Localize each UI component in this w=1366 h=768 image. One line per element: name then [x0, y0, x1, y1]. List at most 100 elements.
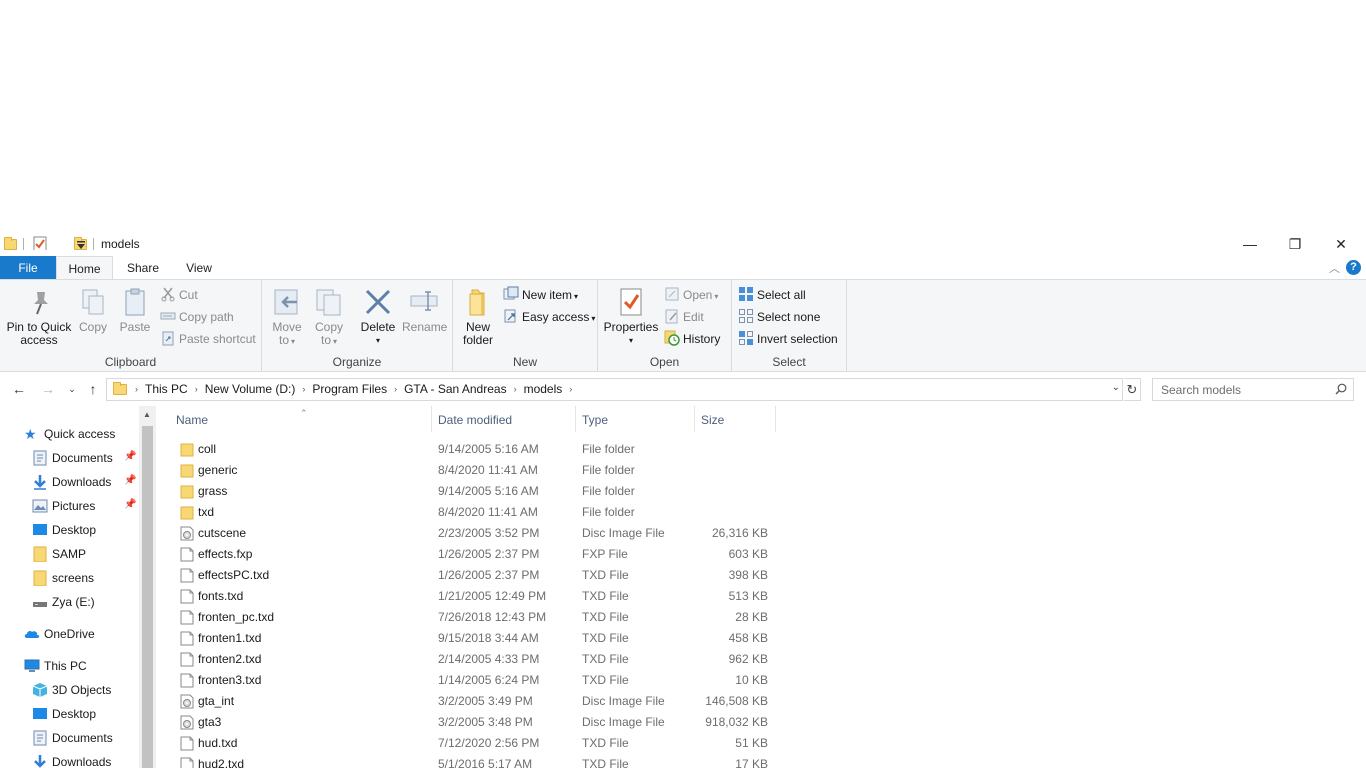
up-button[interactable]: ↑ — [83, 379, 103, 399]
file-size: 513 KB — [728, 589, 768, 603]
search-box[interactable]: Search models — [1152, 378, 1354, 401]
file-row[interactable]: fronten3.txd 1/14/2005 6:24 PM TXD File 10 … — [172, 670, 772, 691]
open-button[interactable]: Open ▾ — [664, 285, 718, 305]
divider — [23, 238, 24, 250]
file-row[interactable]: effects.fxp 1/26/2005 2:37 PM FXP File 603 … — [172, 544, 772, 565]
nav-downloads[interactable]: Downloads — [32, 471, 111, 493]
nav-3d-objects[interactable]: 3D Objects — [32, 679, 111, 701]
nav-quick-access[interactable]: ★ Quick access — [24, 423, 115, 445]
file-row[interactable]: fronten_pc.txd 7/26/2018 12:43 PM TXD File… — [172, 607, 772, 628]
minimize-button[interactable]: — — [1227, 232, 1273, 256]
nav-onedrive[interactable]: OneDrive — [24, 623, 95, 645]
paste-button[interactable]: Paste — [116, 286, 154, 334]
scroll-up-icon[interactable]: ▲ — [143, 410, 151, 419]
copy-button[interactable]: Copy — [76, 286, 110, 334]
breadcrumb-item[interactable]: This PC — [140, 382, 193, 396]
delete-button[interactable]: Delete ▾ — [358, 286, 398, 347]
up-arrow-icon: ↑ — [89, 381, 97, 397]
tab-view[interactable]: View — [173, 256, 225, 280]
nav-pc-documents[interactable]: Documents — [32, 727, 113, 749]
breadcrumb-item[interactable]: Program Files — [307, 382, 392, 396]
address-bar[interactable]: › This PC › New Volume (D:) › Program Files ›… — [106, 378, 1123, 401]
history-button[interactable]: History — [664, 329, 720, 349]
nav-drive-e[interactable]: Zya (E:) — [32, 591, 95, 613]
copy-path-button[interactable]: Copy path — [160, 307, 234, 327]
rename-button[interactable]: Rename — [402, 286, 447, 334]
pin-icon[interactable]: 📌 — [124, 499, 136, 510]
select-none-button[interactable]: Select none — [738, 307, 820, 327]
recent-locations-button[interactable]: ⌄ — [62, 379, 82, 399]
refresh-button[interactable]: ↻ — [1124, 378, 1141, 401]
file-row[interactable]: cutscene 2/23/2005 3:52 PM Disc Image File… — [172, 523, 772, 544]
breadcrumb-item[interactable]: GTA - San Andreas — [399, 382, 512, 396]
nav-pc-downloads[interactable]: Downloads — [32, 751, 111, 768]
file-type: TXD File — [582, 736, 629, 750]
chevron-right-icon[interactable]: › — [567, 384, 574, 394]
restore-button[interactable]: ❐ — [1272, 232, 1318, 256]
scrollbar-thumb[interactable] — [142, 426, 153, 768]
help-icon[interactable]: ? — [1346, 260, 1361, 275]
nav-documents[interactable]: Documents — [32, 447, 113, 469]
nav-desktop[interactable]: Desktop — [32, 519, 96, 541]
new-folder-button[interactable]: New folder — [459, 286, 497, 347]
paste-shortcut-button[interactable]: Paste shortcut — [160, 329, 256, 349]
file-row[interactable]: gta_int 3/2/2005 3:49 PM Disc Image File 14… — [172, 691, 772, 712]
pin-icon[interactable]: 📌 — [124, 451, 136, 462]
invert-selection-button[interactable]: Invert selection — [738, 329, 838, 349]
nav-pane-scrollbar[interactable]: ▲ — [139, 406, 156, 768]
file-row[interactable]: txd 8/4/2020 11:41 AM File folder — [172, 502, 772, 523]
file-row[interactable]: fronten1.txd 9/15/2018 3:44 AM TXD File 458… — [172, 628, 772, 649]
file-icon — [180, 610, 194, 625]
file-row[interactable]: fronten2.txd 2/14/2005 4:33 PM TXD File 962… — [172, 649, 772, 670]
file-icon — [180, 673, 194, 688]
select-group: Select all Select none Invert selection … — [732, 280, 847, 372]
easy-access-button[interactable]: Easy access ▾ — [503, 307, 595, 327]
collapse-ribbon-icon[interactable]: ︿ — [1329, 260, 1340, 276]
new-item-button[interactable]: New item ▾ — [503, 285, 578, 305]
forward-button[interactable]: → — [38, 379, 58, 399]
file-row[interactable]: fonts.txd 1/21/2005 12:49 PM TXD File 513 K… — [172, 586, 772, 607]
nav-pc-desktop[interactable]: Desktop — [32, 703, 96, 725]
chevron-right-icon[interactable]: › — [193, 384, 200, 394]
properties-button[interactable]: Properties ▾ — [602, 286, 660, 347]
nav-pictures[interactable]: Pictures — [32, 495, 95, 517]
nav-label: This PC — [44, 659, 87, 673]
nav-screens[interactable]: screens — [32, 567, 94, 589]
file-date-modified: 7/12/2020 2:56 PM — [438, 736, 540, 750]
chevron-down-icon[interactable]: ⌄ — [1112, 382, 1120, 393]
file-row[interactable]: grass 9/14/2005 5:16 AM File folder — [172, 481, 772, 502]
file-row[interactable]: coll 9/14/2005 5:16 AM File folder — [172, 439, 772, 460]
move-to-button[interactable]: Move to ▾ — [268, 286, 306, 348]
tab-file[interactable]: File — [0, 256, 56, 280]
nav-samp[interactable]: SAMP — [32, 543, 86, 565]
column-header-type[interactable]: Type — [576, 406, 695, 432]
pin-icon[interactable]: 📌 — [124, 475, 136, 486]
file-row[interactable]: effectsPC.txd 1/26/2005 2:37 PM TXD File 39… — [172, 565, 772, 586]
select-all-button[interactable]: Select all — [738, 285, 806, 305]
chevron-right-icon[interactable]: › — [512, 384, 519, 394]
close-button[interactable]: ✕ — [1318, 232, 1364, 256]
copy-to-button[interactable]: Copy to ▾ — [310, 286, 348, 348]
file-name: fronten1.txd — [198, 631, 262, 645]
file-row[interactable]: gta3 3/2/2005 3:48 PM Disc Image File 918,0… — [172, 712, 772, 733]
properties-check-icon[interactable] — [33, 236, 47, 250]
tab-home[interactable]: Home — [56, 256, 113, 280]
chevron-right-icon[interactable]: › — [300, 384, 307, 394]
file-row[interactable]: hud.txd 7/12/2020 2:56 PM TXD File 51 KB — [172, 733, 772, 754]
file-size: 10 KB — [735, 673, 768, 687]
edit-button[interactable]: Edit — [664, 307, 704, 327]
column-header-date[interactable]: Date modified — [432, 406, 576, 432]
customize-dropdown-icon[interactable] — [76, 240, 86, 254]
column-header-name[interactable]: Name ⌃ — [170, 406, 432, 432]
nav-this-pc[interactable]: This PC — [24, 655, 87, 677]
tab-share[interactable]: Share — [113, 256, 173, 280]
breadcrumb-item[interactable]: New Volume (D:) — [200, 382, 301, 396]
cut-button[interactable]: Cut — [160, 285, 198, 305]
column-header-size[interactable]: Size — [695, 406, 776, 432]
file-row[interactable]: generic 8/4/2020 11:41 AM File folder — [172, 460, 772, 481]
pin-to-quick-access-button[interactable]: Pin to Quick access — [4, 286, 74, 347]
back-button[interactable]: ← — [9, 379, 29, 399]
breadcrumb-item[interactable]: models — [519, 382, 568, 396]
file-row[interactable]: hud2.txd 5/1/2016 5:17 AM TXD File 17 KB — [172, 754, 772, 768]
chevron-right-icon[interactable]: › — [392, 384, 399, 394]
